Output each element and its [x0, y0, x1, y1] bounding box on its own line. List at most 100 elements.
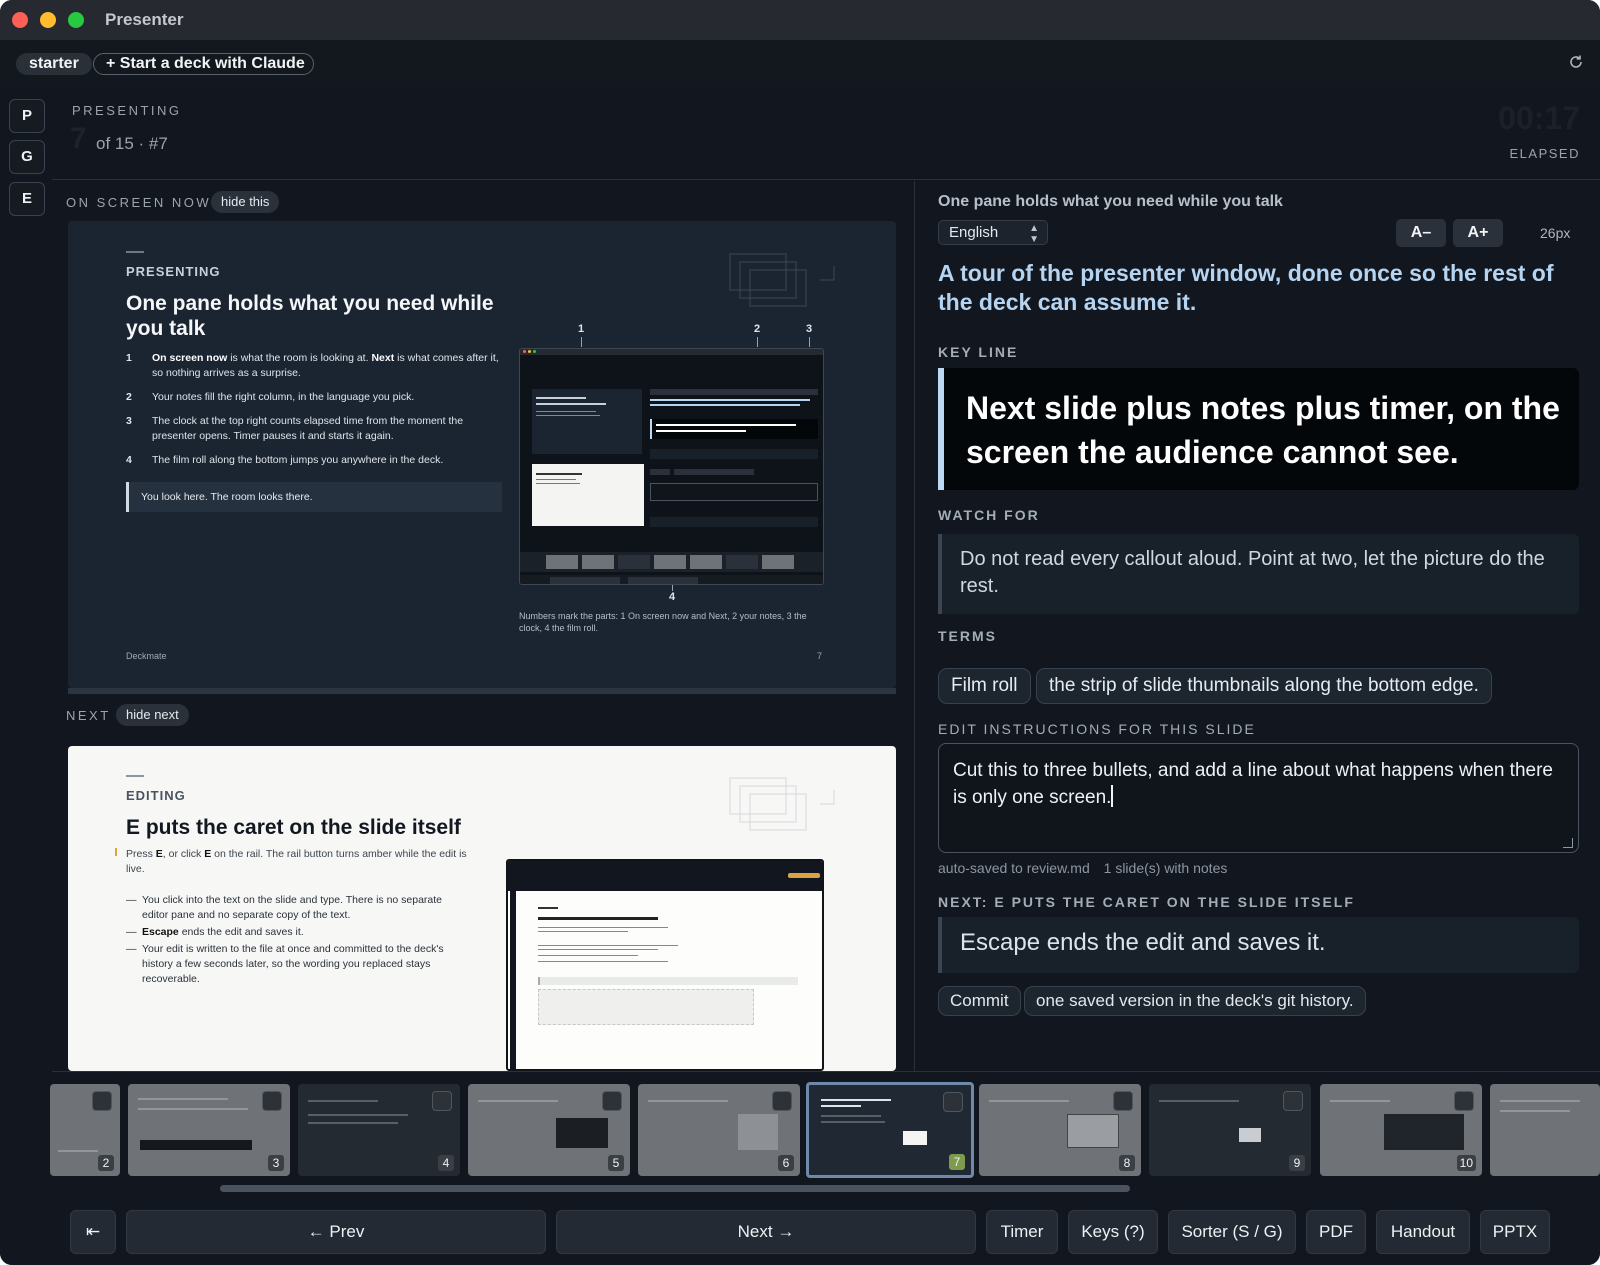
timer-button[interactable]: Timer — [986, 1210, 1058, 1254]
mode-label: PRESENTING — [72, 103, 182, 118]
presenter-header: PRESENTING 7 of 15 · #7 00:17 ELAPSED — [52, 88, 1600, 180]
kicker-rule — [126, 775, 144, 777]
next-label: NEXT — [66, 708, 111, 723]
mode-rail: P G E — [0, 88, 52, 1265]
key-line-box: Next slide plus notes plus timer, on the… — [938, 368, 1579, 490]
list-item: 2 Your notes fill the right column, in th… — [126, 391, 415, 403]
font-size-readout: 26px — [1540, 225, 1571, 241]
film-thumb[interactable]: 5 — [468, 1084, 630, 1176]
sorter-button[interactable]: Sorter (S / G) — [1168, 1210, 1296, 1254]
font-increase-button[interactable]: A+ — [1453, 219, 1503, 247]
terms-label: TERMS — [938, 628, 997, 644]
thumb-toggle-icon — [1113, 1091, 1133, 1111]
kicker-rule — [126, 251, 144, 253]
rail-button-present[interactable]: P — [9, 99, 45, 133]
language-select[interactable]: English ▲ ▼ — [938, 220, 1048, 245]
first-slide-button[interactable]: ⇤ — [70, 1210, 116, 1254]
slide-bullet-list: 1 On screen now is what the room is looki… — [126, 351, 501, 477]
current-slide-divider — [68, 688, 896, 694]
start-deck-button[interactable]: + Start a deck with Claude — [93, 53, 314, 75]
term-definition-chip: the strip of slide thumbnails along the … — [1036, 668, 1492, 704]
close-window-button[interactable] — [12, 12, 28, 28]
film-roll-scrollbar[interactable] — [52, 1183, 1600, 1193]
rail-button-grid[interactable]: G — [9, 140, 45, 174]
text-caret — [1111, 785, 1114, 807]
film-thumb[interactable]: 8 — [979, 1084, 1141, 1176]
thumb-toggle-icon — [602, 1091, 622, 1111]
editing-screenshot-image — [506, 859, 824, 1071]
thumb-number: 8 — [1119, 1155, 1135, 1171]
film-thumb[interactable]: 6 — [638, 1084, 800, 1176]
thumb-number: 6 — [778, 1155, 794, 1171]
slide-title: E puts the caret on the slide itself — [126, 816, 461, 839]
film-thumb[interactable]: 3 — [128, 1084, 290, 1176]
keys-button[interactable]: Keys (?) — [1068, 1210, 1158, 1254]
pptx-button[interactable]: PPTX — [1480, 1210, 1550, 1254]
current-slide: PRESENTING One pane holds what you need … — [68, 221, 896, 688]
handout-button[interactable]: Handout — [1376, 1210, 1470, 1254]
edit-instructions-label: EDIT INSTRUCTIONS FOR THIS SLIDE — [938, 721, 1256, 737]
thumb-number: 2 — [98, 1155, 114, 1171]
on-screen-now-label: ON SCREEN NOW — [66, 195, 212, 210]
slide-intro: Press E, or click E on the rail. The rai… — [126, 848, 467, 875]
thumb-toggle-icon — [432, 1091, 452, 1111]
edit-instructions-value: Cut this to three bullets, and add a lin… — [953, 760, 1553, 808]
film-thumb[interactable] — [1490, 1084, 1600, 1176]
font-decrease-button[interactable]: A– — [1396, 219, 1446, 247]
refresh-icon[interactable] — [1568, 54, 1584, 70]
slide-callout: You look here. The room looks there. — [126, 482, 502, 512]
rail-button-edit[interactable]: E — [9, 182, 45, 216]
film-thumb[interactable]: 10 — [1320, 1084, 1482, 1176]
thumb-number: 4 — [438, 1155, 454, 1171]
term-chip: Commit — [938, 986, 1021, 1016]
film-thumb-active[interactable]: 7 — [806, 1082, 974, 1178]
list-item: Your edit is written to the file at once… — [126, 942, 466, 987]
thumb-toggle-icon — [772, 1091, 792, 1111]
decorative-frames-icon — [729, 777, 835, 831]
callout-marker: 4 — [669, 591, 676, 603]
callout-marker: 2 — [754, 323, 761, 335]
thumb-number: 3 — [268, 1155, 284, 1171]
slide-title: One pane holds what you need while you t… — [126, 292, 494, 340]
screenshot-caption: Numbers mark the parts: 1 On screen now … — [519, 611, 807, 633]
notes-lead: A tour of the presenter window, done onc… — [938, 260, 1554, 315]
film-thumb[interactable]: 9 — [1149, 1084, 1311, 1176]
thumb-toggle-icon — [92, 1091, 112, 1111]
list-item: Escape ends the edit and saves it. — [126, 925, 466, 940]
zoom-window-button[interactable] — [68, 12, 84, 28]
film-thumb[interactable]: 4 — [298, 1084, 460, 1176]
amber-edit-marker — [115, 848, 117, 856]
list-item: 4 The film roll along the bottom jumps yo… — [126, 454, 444, 466]
minimize-window-button[interactable] — [40, 12, 56, 28]
presenter-window: Presenter starter + Start a deck with Cl… — [0, 0, 1600, 1265]
slide-bullet-list: You click into the text on the slide and… — [126, 893, 466, 989]
film-thumb[interactable]: 2 — [50, 1084, 120, 1176]
thumb-toggle-icon — [1454, 1091, 1474, 1111]
elapsed-timer: 00:17 — [1498, 100, 1580, 136]
next-slide: EDITING E puts the caret on the slide it… — [68, 746, 896, 1071]
resize-grip-icon[interactable] — [1563, 838, 1573, 848]
tab-starter[interactable]: starter — [16, 53, 92, 75]
pdf-button[interactable]: PDF — [1306, 1210, 1366, 1254]
film-roll-scrollbar-thumb[interactable] — [220, 1185, 1130, 1192]
decorative-frames-icon — [729, 253, 835, 307]
edit-instructions-textarea[interactable]: Cut this to three bullets, and add a lin… — [938, 743, 1579, 853]
thumb-number: 7 — [949, 1154, 965, 1170]
slide-footer: Deckmate — [126, 651, 167, 661]
hide-next-button[interactable]: hide next — [116, 704, 189, 726]
slide-kicker: EDITING — [126, 788, 186, 803]
elapsed-label: ELAPSED — [1509, 146, 1580, 161]
list-item: 3 The clock at the top right counts elaps… — [126, 415, 464, 442]
app-title: Presenter — [105, 10, 184, 29]
thumb-toggle-icon — [262, 1091, 282, 1111]
next-button[interactable]: Next → — [556, 1210, 976, 1254]
thumb-number: 5 — [608, 1155, 624, 1171]
notes-pane: One pane holds what you need while you t… — [916, 181, 1600, 1071]
next-notes-label: NEXT: E PUTS THE CARET ON THE SLIDE ITSE… — [938, 894, 1355, 910]
slide-number: 7 — [70, 122, 87, 155]
autosave-status: auto-saved to review.md 1 slide(s) with … — [938, 860, 1227, 876]
chevron-updown-icon: ▲ ▼ — [1029, 223, 1039, 245]
prev-button[interactable]: ← Prev — [126, 1210, 546, 1254]
hide-current-button[interactable]: hide this — [211, 191, 280, 213]
callout-marker: 3 — [806, 323, 813, 335]
